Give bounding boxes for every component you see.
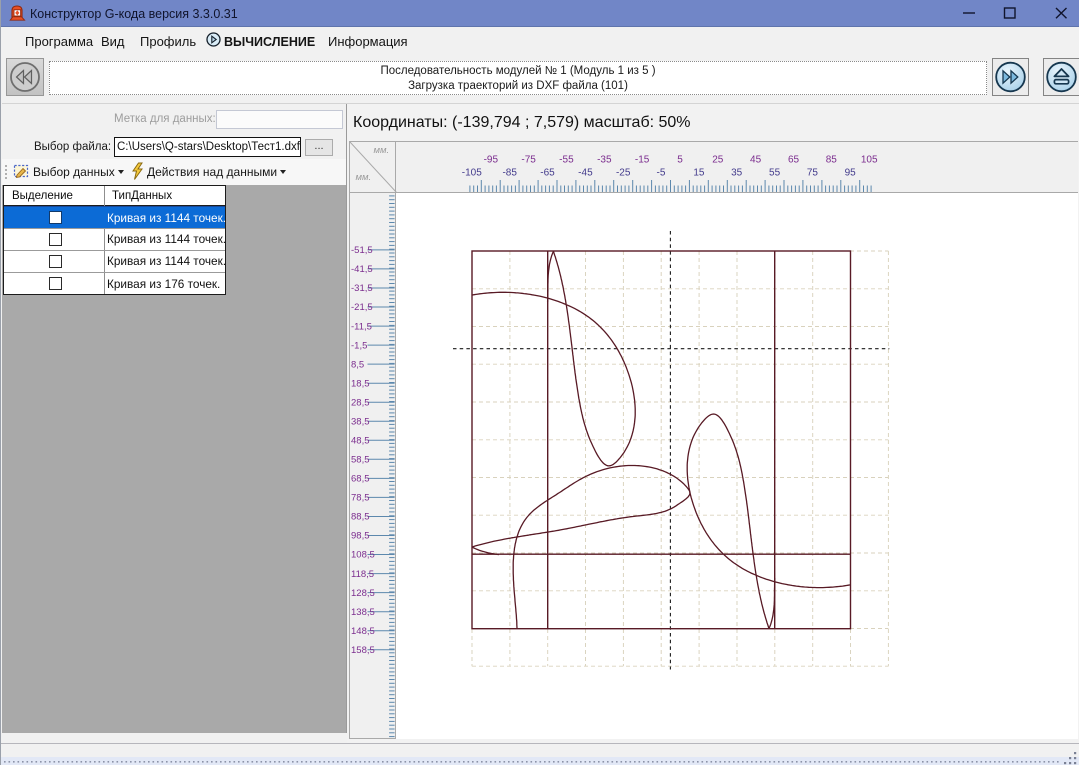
svg-text:45: 45 xyxy=(750,155,762,166)
svg-text:-15: -15 xyxy=(635,155,650,166)
svg-text:-45: -45 xyxy=(578,168,593,179)
svg-text:68,5: 68,5 xyxy=(351,474,370,485)
svg-text:5: 5 xyxy=(677,155,683,166)
svg-text:35: 35 xyxy=(731,168,743,179)
svg-text:138,5: 138,5 xyxy=(351,607,375,618)
svg-text:-31,5: -31,5 xyxy=(351,283,373,294)
svg-text:55: 55 xyxy=(769,168,781,179)
svg-text:148,5: 148,5 xyxy=(351,626,375,637)
svg-text:-41,5: -41,5 xyxy=(351,264,373,275)
svg-text:158,5: 158,5 xyxy=(351,645,375,656)
svg-text:95: 95 xyxy=(845,168,857,179)
svg-text:85: 85 xyxy=(826,155,838,166)
svg-text:-1,5: -1,5 xyxy=(351,340,367,351)
svg-text:48,5: 48,5 xyxy=(351,436,370,447)
svg-text:58,5: 58,5 xyxy=(351,455,370,466)
svg-text:-75: -75 xyxy=(521,155,536,166)
svg-text:38,5: 38,5 xyxy=(351,417,370,428)
svg-text:28,5: 28,5 xyxy=(351,397,370,408)
svg-text:-21,5: -21,5 xyxy=(351,302,373,313)
svg-text:118,5: 118,5 xyxy=(351,569,374,580)
svg-text:-55: -55 xyxy=(559,155,574,166)
svg-text:128,5: 128,5 xyxy=(351,588,375,599)
svg-text:78,5: 78,5 xyxy=(351,493,370,504)
svg-text:-11,5: -11,5 xyxy=(351,321,372,332)
svg-text:-85: -85 xyxy=(502,168,517,179)
svg-text:98,5: 98,5 xyxy=(351,531,370,542)
svg-text:65: 65 xyxy=(788,155,800,166)
svg-text:-95: -95 xyxy=(484,155,499,166)
svg-text:-35: -35 xyxy=(597,155,612,166)
svg-text:108,5: 108,5 xyxy=(351,550,375,561)
svg-text:18,5: 18,5 xyxy=(351,378,370,389)
svg-text:-51,5: -51,5 xyxy=(351,245,373,256)
svg-text:25: 25 xyxy=(712,155,724,166)
svg-text:8,5: 8,5 xyxy=(351,359,364,370)
svg-text:-65: -65 xyxy=(540,168,555,179)
svg-text:15: 15 xyxy=(693,168,705,179)
svg-text:-5: -5 xyxy=(657,168,666,179)
svg-text:105: 105 xyxy=(861,155,878,166)
svg-text:-105: -105 xyxy=(462,168,482,179)
svg-text:-25: -25 xyxy=(616,168,631,179)
svg-text:75: 75 xyxy=(807,168,819,179)
svg-text:88,5: 88,5 xyxy=(351,512,370,523)
